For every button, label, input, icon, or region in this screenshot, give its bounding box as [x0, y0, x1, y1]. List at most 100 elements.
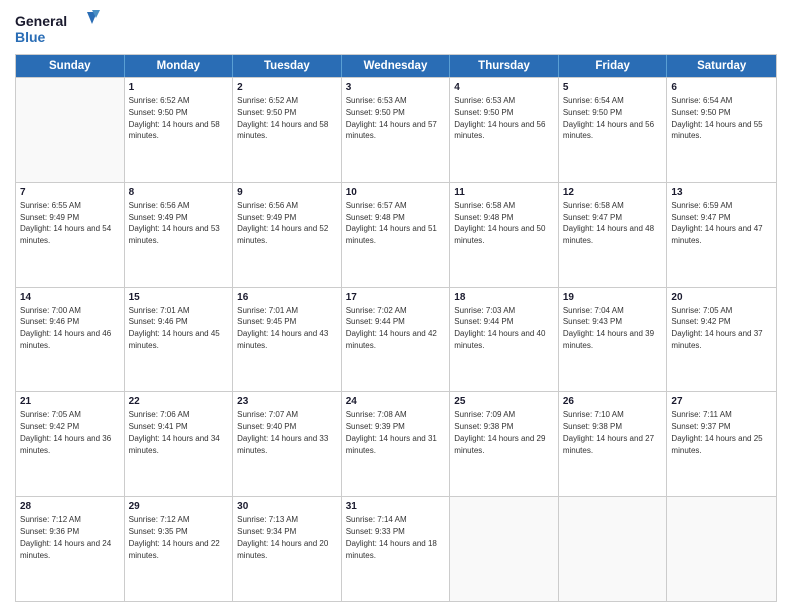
- cell-info: Sunrise: 6:58 AMSunset: 9:47 PMDaylight:…: [563, 201, 654, 245]
- weekday-header-sunday: Sunday: [16, 55, 125, 77]
- calendar-cell: 2 Sunrise: 6:52 AMSunset: 9:50 PMDayligh…: [233, 78, 342, 182]
- calendar-page: General Blue SundayMondayTuesdayWednesda…: [0, 0, 792, 612]
- cell-info: Sunrise: 7:08 AMSunset: 9:39 PMDaylight:…: [346, 410, 437, 454]
- calendar-cell: 23 Sunrise: 7:07 AMSunset: 9:40 PMDaylig…: [233, 392, 342, 496]
- calendar-cell: 12 Sunrise: 6:58 AMSunset: 9:47 PMDaylig…: [559, 183, 668, 287]
- cell-info: Sunrise: 7:12 AMSunset: 9:36 PMDaylight:…: [20, 515, 111, 559]
- day-number: 22: [129, 395, 229, 408]
- calendar-week-4: 21 Sunrise: 7:05 AMSunset: 9:42 PMDaylig…: [16, 391, 776, 496]
- day-number: 1: [129, 81, 229, 94]
- day-number: 16: [237, 291, 337, 304]
- cell-info: Sunrise: 7:11 AMSunset: 9:37 PMDaylight:…: [671, 410, 762, 454]
- calendar-cell: 3 Sunrise: 6:53 AMSunset: 9:50 PMDayligh…: [342, 78, 451, 182]
- day-number: 13: [671, 186, 772, 199]
- calendar-cell: [667, 497, 776, 601]
- cell-info: Sunrise: 7:05 AMSunset: 9:42 PMDaylight:…: [20, 410, 111, 454]
- weekday-header-saturday: Saturday: [667, 55, 776, 77]
- day-number: 9: [237, 186, 337, 199]
- calendar-cell: 18 Sunrise: 7:03 AMSunset: 9:44 PMDaylig…: [450, 288, 559, 392]
- calendar-week-2: 7 Sunrise: 6:55 AMSunset: 9:49 PMDayligh…: [16, 182, 776, 287]
- calendar-cell: 8 Sunrise: 6:56 AMSunset: 9:49 PMDayligh…: [125, 183, 234, 287]
- calendar-cell: 9 Sunrise: 6:56 AMSunset: 9:49 PMDayligh…: [233, 183, 342, 287]
- cell-info: Sunrise: 6:56 AMSunset: 9:49 PMDaylight:…: [237, 201, 328, 245]
- calendar-cell: 24 Sunrise: 7:08 AMSunset: 9:39 PMDaylig…: [342, 392, 451, 496]
- cell-info: Sunrise: 7:06 AMSunset: 9:41 PMDaylight:…: [129, 410, 220, 454]
- calendar-cell: 1 Sunrise: 6:52 AMSunset: 9:50 PMDayligh…: [125, 78, 234, 182]
- day-number: 6: [671, 81, 772, 94]
- calendar-cell: 11 Sunrise: 6:58 AMSunset: 9:48 PMDaylig…: [450, 183, 559, 287]
- calendar-body: 1 Sunrise: 6:52 AMSunset: 9:50 PMDayligh…: [16, 77, 776, 601]
- cell-info: Sunrise: 6:56 AMSunset: 9:49 PMDaylight:…: [129, 201, 220, 245]
- day-number: 20: [671, 291, 772, 304]
- day-number: 19: [563, 291, 663, 304]
- day-number: 26: [563, 395, 663, 408]
- calendar-cell: 4 Sunrise: 6:53 AMSunset: 9:50 PMDayligh…: [450, 78, 559, 182]
- cell-info: Sunrise: 7:10 AMSunset: 9:38 PMDaylight:…: [563, 410, 654, 454]
- cell-info: Sunrise: 7:00 AMSunset: 9:46 PMDaylight:…: [20, 306, 111, 350]
- calendar-cell: 29 Sunrise: 7:12 AMSunset: 9:35 PMDaylig…: [125, 497, 234, 601]
- day-number: 10: [346, 186, 446, 199]
- calendar-cell: 16 Sunrise: 7:01 AMSunset: 9:45 PMDaylig…: [233, 288, 342, 392]
- cell-info: Sunrise: 7:09 AMSunset: 9:38 PMDaylight:…: [454, 410, 545, 454]
- page-header: General Blue: [15, 10, 777, 48]
- calendar-cell: 19 Sunrise: 7:04 AMSunset: 9:43 PMDaylig…: [559, 288, 668, 392]
- calendar-cell: 28 Sunrise: 7:12 AMSunset: 9:36 PMDaylig…: [16, 497, 125, 601]
- cell-info: Sunrise: 6:59 AMSunset: 9:47 PMDaylight:…: [671, 201, 762, 245]
- cell-info: Sunrise: 6:53 AMSunset: 9:50 PMDaylight:…: [346, 96, 437, 140]
- day-number: 2: [237, 81, 337, 94]
- calendar-header: SundayMondayTuesdayWednesdayThursdayFrid…: [16, 55, 776, 77]
- day-number: 31: [346, 500, 446, 513]
- calendar-cell: 22 Sunrise: 7:06 AMSunset: 9:41 PMDaylig…: [125, 392, 234, 496]
- cell-info: Sunrise: 6:53 AMSunset: 9:50 PMDaylight:…: [454, 96, 545, 140]
- cell-info: Sunrise: 7:01 AMSunset: 9:46 PMDaylight:…: [129, 306, 220, 350]
- day-number: 5: [563, 81, 663, 94]
- svg-text:Blue: Blue: [15, 29, 46, 45]
- day-number: 23: [237, 395, 337, 408]
- calendar-cell: [16, 78, 125, 182]
- calendar-cell: [559, 497, 668, 601]
- calendar-cell: 20 Sunrise: 7:05 AMSunset: 9:42 PMDaylig…: [667, 288, 776, 392]
- calendar-cell: 26 Sunrise: 7:10 AMSunset: 9:38 PMDaylig…: [559, 392, 668, 496]
- cell-info: Sunrise: 7:07 AMSunset: 9:40 PMDaylight:…: [237, 410, 328, 454]
- day-number: 7: [20, 186, 120, 199]
- day-number: 8: [129, 186, 229, 199]
- calendar-week-3: 14 Sunrise: 7:00 AMSunset: 9:46 PMDaylig…: [16, 287, 776, 392]
- weekday-header-thursday: Thursday: [450, 55, 559, 77]
- cell-info: Sunrise: 6:57 AMSunset: 9:48 PMDaylight:…: [346, 201, 437, 245]
- calendar-cell: 7 Sunrise: 6:55 AMSunset: 9:49 PMDayligh…: [16, 183, 125, 287]
- calendar-cell: 10 Sunrise: 6:57 AMSunset: 9:48 PMDaylig…: [342, 183, 451, 287]
- day-number: 14: [20, 291, 120, 304]
- day-number: 21: [20, 395, 120, 408]
- day-number: 18: [454, 291, 554, 304]
- weekday-header-monday: Monday: [125, 55, 234, 77]
- day-number: 30: [237, 500, 337, 513]
- calendar-week-5: 28 Sunrise: 7:12 AMSunset: 9:36 PMDaylig…: [16, 496, 776, 601]
- weekday-header-wednesday: Wednesday: [342, 55, 451, 77]
- calendar-cell: 13 Sunrise: 6:59 AMSunset: 9:47 PMDaylig…: [667, 183, 776, 287]
- cell-info: Sunrise: 7:13 AMSunset: 9:34 PMDaylight:…: [237, 515, 328, 559]
- cell-info: Sunrise: 7:14 AMSunset: 9:33 PMDaylight:…: [346, 515, 437, 559]
- calendar-cell: 25 Sunrise: 7:09 AMSunset: 9:38 PMDaylig…: [450, 392, 559, 496]
- cell-info: Sunrise: 6:58 AMSunset: 9:48 PMDaylight:…: [454, 201, 545, 245]
- day-number: 27: [671, 395, 772, 408]
- cell-info: Sunrise: 7:01 AMSunset: 9:45 PMDaylight:…: [237, 306, 328, 350]
- day-number: 12: [563, 186, 663, 199]
- cell-info: Sunrise: 7:04 AMSunset: 9:43 PMDaylight:…: [563, 306, 654, 350]
- weekday-header-tuesday: Tuesday: [233, 55, 342, 77]
- day-number: 11: [454, 186, 554, 199]
- calendar-cell: 6 Sunrise: 6:54 AMSunset: 9:50 PMDayligh…: [667, 78, 776, 182]
- day-number: 29: [129, 500, 229, 513]
- svg-text:General: General: [15, 13, 67, 29]
- calendar-cell: 17 Sunrise: 7:02 AMSunset: 9:44 PMDaylig…: [342, 288, 451, 392]
- calendar-cell: 15 Sunrise: 7:01 AMSunset: 9:46 PMDaylig…: [125, 288, 234, 392]
- calendar-week-1: 1 Sunrise: 6:52 AMSunset: 9:50 PMDayligh…: [16, 77, 776, 182]
- calendar-cell: 14 Sunrise: 7:00 AMSunset: 9:46 PMDaylig…: [16, 288, 125, 392]
- weekday-header-friday: Friday: [559, 55, 668, 77]
- cell-info: Sunrise: 7:02 AMSunset: 9:44 PMDaylight:…: [346, 306, 437, 350]
- day-number: 24: [346, 395, 446, 408]
- calendar-cell: 27 Sunrise: 7:11 AMSunset: 9:37 PMDaylig…: [667, 392, 776, 496]
- calendar-cell: 31 Sunrise: 7:14 AMSunset: 9:33 PMDaylig…: [342, 497, 451, 601]
- calendar-cell: 21 Sunrise: 7:05 AMSunset: 9:42 PMDaylig…: [16, 392, 125, 496]
- logo: General Blue: [15, 10, 105, 48]
- cell-info: Sunrise: 7:05 AMSunset: 9:42 PMDaylight:…: [671, 306, 762, 350]
